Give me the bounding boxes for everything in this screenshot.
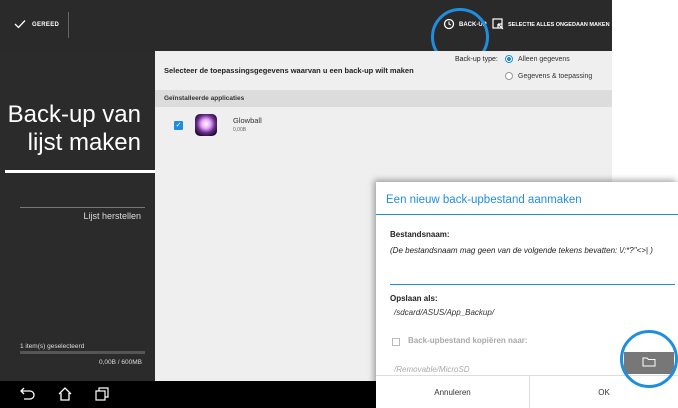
- save-path: /sdcard/ASUS/App_Backup/: [394, 308, 495, 317]
- app-size: 0,00B: [233, 127, 247, 133]
- filename-input[interactable]: [390, 270, 675, 285]
- sidebar: Back-up van lijst maken Lijst herstellen…: [0, 51, 155, 381]
- gereed-button[interactable]: GEREED: [14, 14, 59, 36]
- backup-type-label: Back-up type:: [455, 56, 498, 63]
- storage-size: 0,00B / 600MB: [99, 359, 142, 366]
- selectie-label: SELECTIE ALLES ONGEDAAN MAKEN: [508, 22, 610, 28]
- highlight-circle: [620, 330, 678, 388]
- storage-progress-bar: [20, 351, 145, 354]
- selection-icon: [492, 18, 504, 32]
- gereed-label: GEREED: [32, 22, 60, 28]
- app-checkbox[interactable]: ✓: [174, 121, 183, 130]
- recent-apps-icon[interactable]: [93, 385, 111, 403]
- instruction-text: Selecteer de toepassingsgegevens waarvan…: [164, 66, 414, 75]
- title-divider: [376, 214, 678, 215]
- radio-label: Alleen gegevens: [518, 55, 570, 63]
- radio-selected-icon: [505, 55, 513, 63]
- divider: [20, 207, 145, 208]
- radio-label: Gegevens & toepassing: [518, 72, 593, 80]
- radio-unselected-icon: [505, 72, 513, 80]
- home-icon[interactable]: [56, 385, 74, 403]
- selected-count: 1 item(s) geselecteerd: [20, 343, 85, 350]
- sidebar-title[interactable]: Back-up van lijst maken: [1, 101, 141, 157]
- cancel-button[interactable]: Annuleren: [376, 376, 529, 408]
- glowball-app-icon: [195, 114, 217, 136]
- copy-checkbox[interactable]: [392, 338, 400, 346]
- radio-gegevens-toepassing[interactable]: Gegevens & toepassing: [505, 72, 592, 80]
- app-name[interactable]: Glowball: [233, 116, 262, 125]
- radio-alleen-gegevens[interactable]: Alleen gegevens: [505, 55, 570, 63]
- divider: [68, 12, 69, 38]
- section-label: Geïnstalleerde applicaties: [164, 95, 245, 102]
- save-as-label: Opslaan als:: [390, 294, 438, 303]
- filename-label: Bestandsnaam:: [390, 230, 450, 239]
- check-icon: [14, 19, 26, 31]
- copy-label: Back-upbestand kopiëren naar:: [408, 336, 528, 345]
- sidebar-selected-indicator: [5, 170, 155, 173]
- dialog-title: Een nieuw back-upbestand aanmaken: [386, 194, 582, 206]
- restore-list-item[interactable]: Lijst herstellen: [83, 211, 141, 221]
- deselect-all-button[interactable]: SELECTIE ALLES ONGEDAAN MAKEN: [492, 12, 610, 38]
- filename-hint: (De bestandsnaam mag geen van de volgend…: [390, 246, 653, 255]
- back-icon[interactable]: [18, 385, 36, 403]
- copy-path-field[interactable]: [394, 362, 614, 376]
